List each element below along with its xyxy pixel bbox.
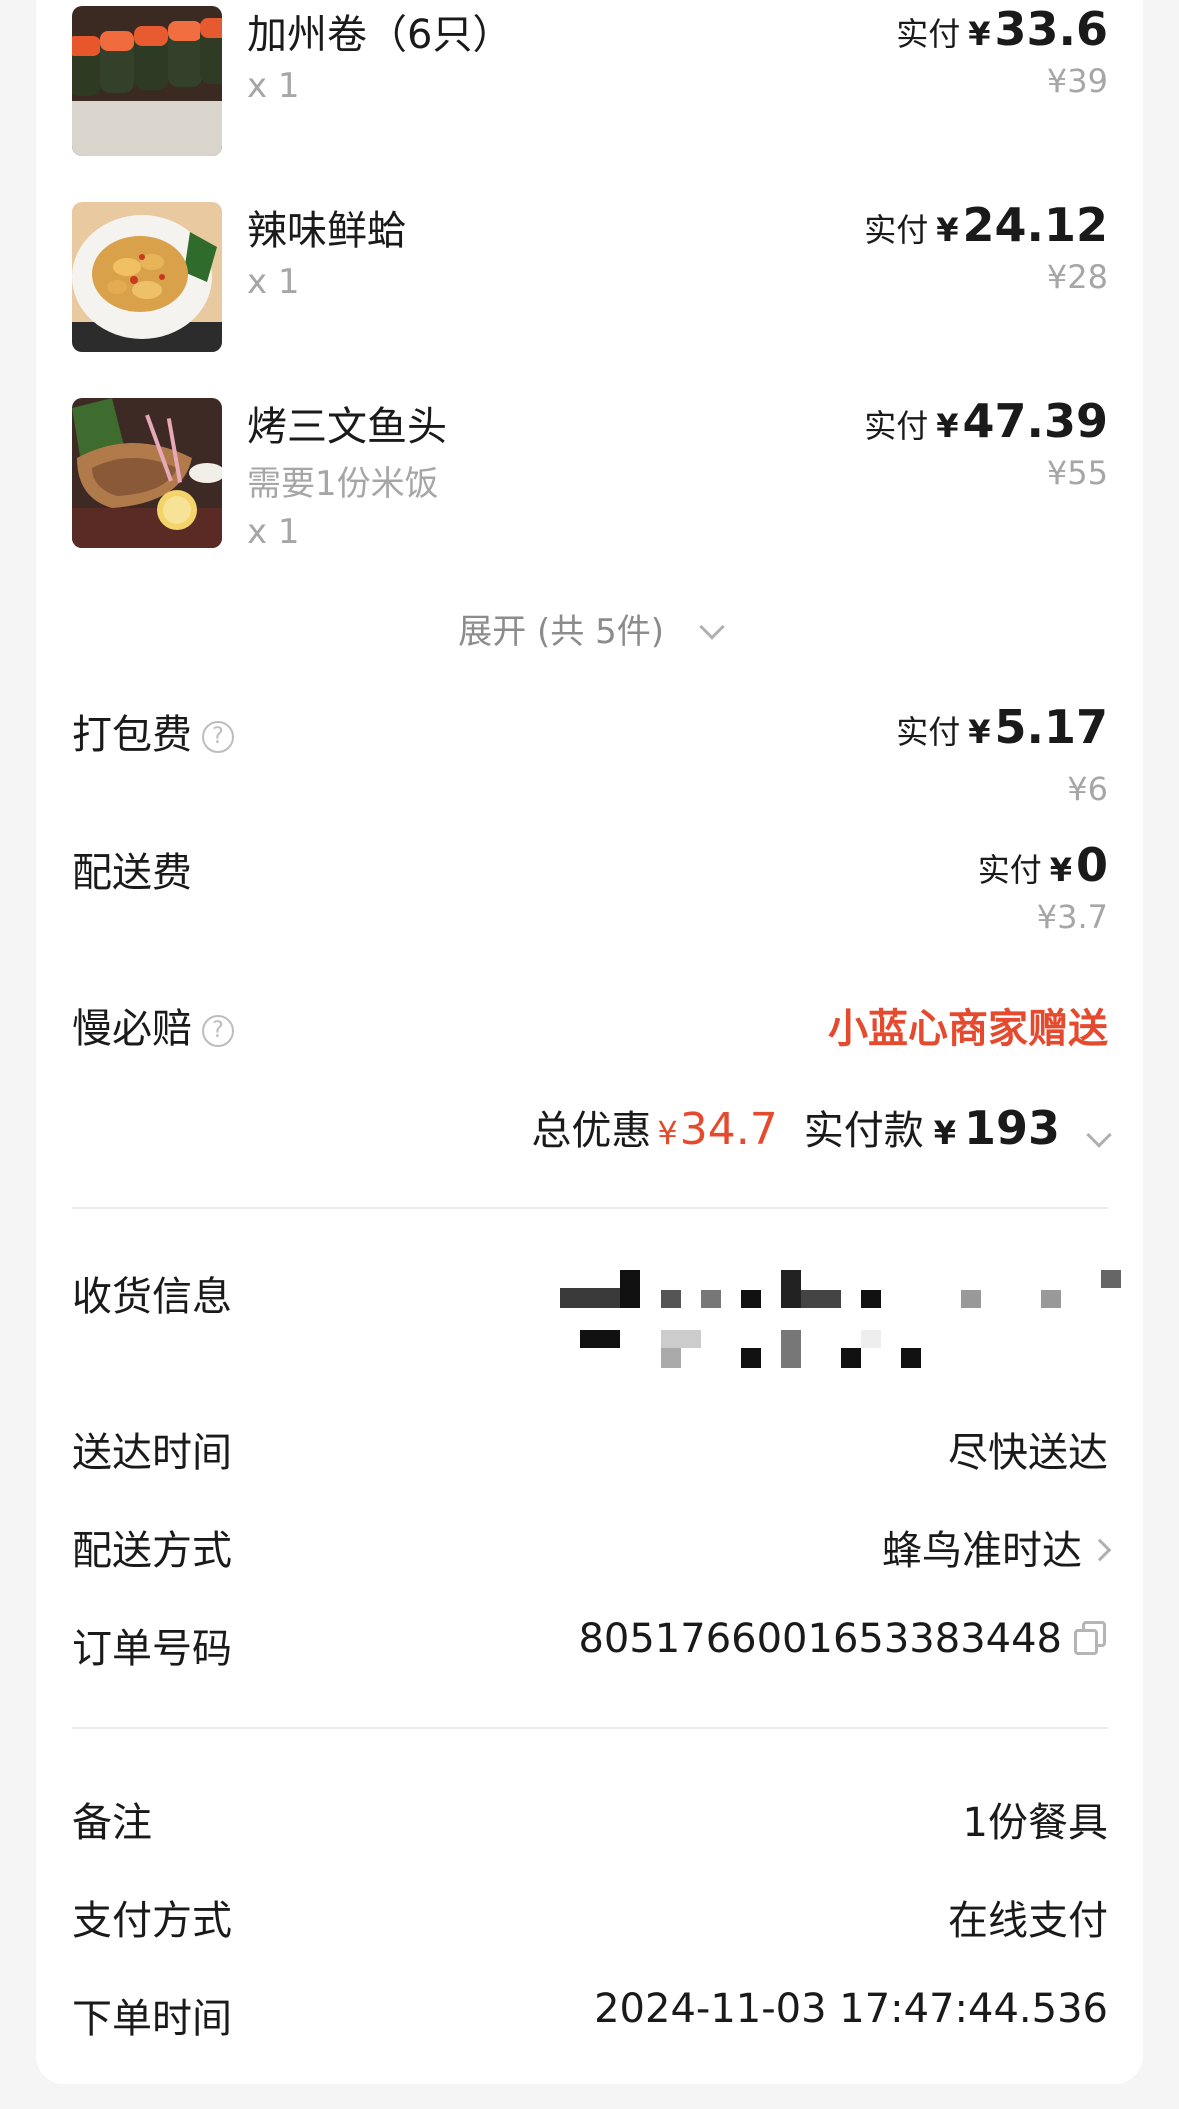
arrival-time-value: 尽快送达 bbox=[948, 1430, 1108, 1476]
packing-fee-row: 打包费? bbox=[72, 702, 234, 760]
paid-total-label: 实付款 bbox=[803, 1108, 924, 1154]
paid-label: 实付 bbox=[896, 15, 961, 53]
packing-fee-original: ¥6 bbox=[1067, 770, 1108, 808]
paid-total-value: 193 bbox=[963, 1101, 1060, 1155]
delivery-fee-original: ¥3.7 bbox=[1036, 898, 1108, 936]
arrival-time-label: 送达时间 bbox=[72, 1430, 232, 1476]
packing-fee-paid: 实付 ¥ 5.17 bbox=[896, 700, 1108, 754]
item-thumbnail-spicy-clams[interactable] bbox=[72, 202, 222, 352]
currency-symbol: ¥ bbox=[968, 15, 991, 53]
paid-amount: 0 bbox=[1075, 838, 1108, 892]
chevron-down-icon bbox=[699, 613, 725, 640]
order-number-value: 8051766001653383448 bbox=[578, 1616, 1062, 1662]
item-paid-price: 实付 ¥ 33.6 bbox=[896, 2, 1108, 56]
remark-value: 1份餐具 bbox=[962, 1800, 1108, 1846]
item-thumbnail-california-roll[interactable] bbox=[72, 6, 222, 156]
delivery-fee-label: 配送费 bbox=[72, 850, 192, 896]
item-paid-price: 实付 ¥ 24.12 bbox=[864, 198, 1108, 252]
order-number-label: 订单号码 bbox=[72, 1626, 232, 1672]
item-quantity: x 1 bbox=[247, 512, 300, 552]
item-quantity: x 1 bbox=[247, 262, 300, 302]
paid-total-currency: ¥ bbox=[933, 1114, 956, 1152]
paid-label: 实付 bbox=[896, 713, 961, 751]
item-thumbnail-grilled-salmon-head[interactable] bbox=[72, 398, 222, 548]
packing-fee-label: 打包费 bbox=[72, 712, 192, 758]
slow-compensation-row: 慢必赔? bbox=[72, 996, 234, 1054]
discount-label: 总优惠 bbox=[531, 1108, 652, 1154]
item-original-price: ¥39 bbox=[1046, 62, 1108, 100]
help-icon[interactable]: ? bbox=[202, 721, 234, 753]
paid-amount: 24.12 bbox=[962, 198, 1108, 252]
discount-value: 34.7 bbox=[679, 1104, 778, 1155]
currency-symbol: ¥ bbox=[936, 407, 959, 445]
item-name: 加州卷（6只） bbox=[247, 12, 513, 58]
order-summary[interactable]: 总优惠 ¥ 34.7 实付款 ¥ 193 bbox=[531, 1098, 1112, 1160]
chevron-right-icon bbox=[1088, 1538, 1112, 1562]
currency-symbol: ¥ bbox=[1049, 851, 1072, 889]
payment-method-value: 在线支付 bbox=[948, 1898, 1108, 1944]
delivery-method-link[interactable]: 蜂鸟准时达 bbox=[882, 1518, 1112, 1576]
paid-label: 实付 bbox=[977, 851, 1042, 889]
delivery-fee-paid: 实付 ¥ 0 bbox=[978, 838, 1108, 892]
delivery-method-label: 配送方式 bbox=[72, 1528, 232, 1574]
help-icon[interactable]: ? bbox=[202, 1015, 234, 1047]
expand-items-button[interactable]: 展开 (共 5件) bbox=[36, 604, 1143, 653]
order-number-row: 8051766001653383448 bbox=[578, 1616, 1108, 1662]
receiver-info-label: 收货信息 bbox=[72, 1274, 232, 1320]
item-note: 需要1份米饭 bbox=[247, 464, 439, 504]
expand-label: 展开 (共 5件) bbox=[458, 612, 664, 652]
paid-label: 实付 bbox=[864, 407, 929, 445]
order-time-label: 下单时间 bbox=[72, 1996, 232, 2042]
discount-currency: ¥ bbox=[657, 1114, 678, 1152]
paid-label: 实付 bbox=[864, 211, 929, 249]
item-name: 辣味鲜蛤 bbox=[247, 208, 407, 254]
remark-label: 备注 bbox=[72, 1800, 152, 1846]
order-time-value: 2024-11-03 17:47:44.536 bbox=[594, 1986, 1108, 2032]
chevron-down-icon bbox=[1086, 1122, 1112, 1148]
paid-amount: 47.39 bbox=[962, 394, 1108, 448]
divider bbox=[72, 1727, 1108, 1729]
item-original-price: ¥28 bbox=[1046, 258, 1108, 296]
item-quantity: x 1 bbox=[247, 66, 300, 106]
payment-method-label: 支付方式 bbox=[72, 1898, 232, 1944]
copy-icon[interactable] bbox=[1074, 1621, 1108, 1657]
item-original-price: ¥55 bbox=[1046, 454, 1108, 492]
currency-symbol: ¥ bbox=[968, 713, 991, 751]
delivery-method-value: 蜂鸟准时达 bbox=[882, 1528, 1082, 1574]
item-name: 烤三文鱼头 bbox=[247, 404, 447, 450]
divider bbox=[72, 1207, 1108, 1209]
paid-amount: 33.6 bbox=[994, 2, 1109, 56]
paid-amount: 5.17 bbox=[994, 700, 1109, 754]
order-detail-card: 加州卷（6只） x 1 实付 ¥ 33.6 ¥39 辣味鲜蛤 x 1 实付 ¥ … bbox=[36, 0, 1143, 2084]
currency-symbol: ¥ bbox=[936, 211, 959, 249]
item-paid-price: 实付 ¥ 47.39 bbox=[864, 394, 1108, 448]
slow-compensation-value: 小蓝心商家赠送 bbox=[828, 1006, 1108, 1052]
slow-compensation-label: 慢必赔 bbox=[72, 1006, 192, 1052]
